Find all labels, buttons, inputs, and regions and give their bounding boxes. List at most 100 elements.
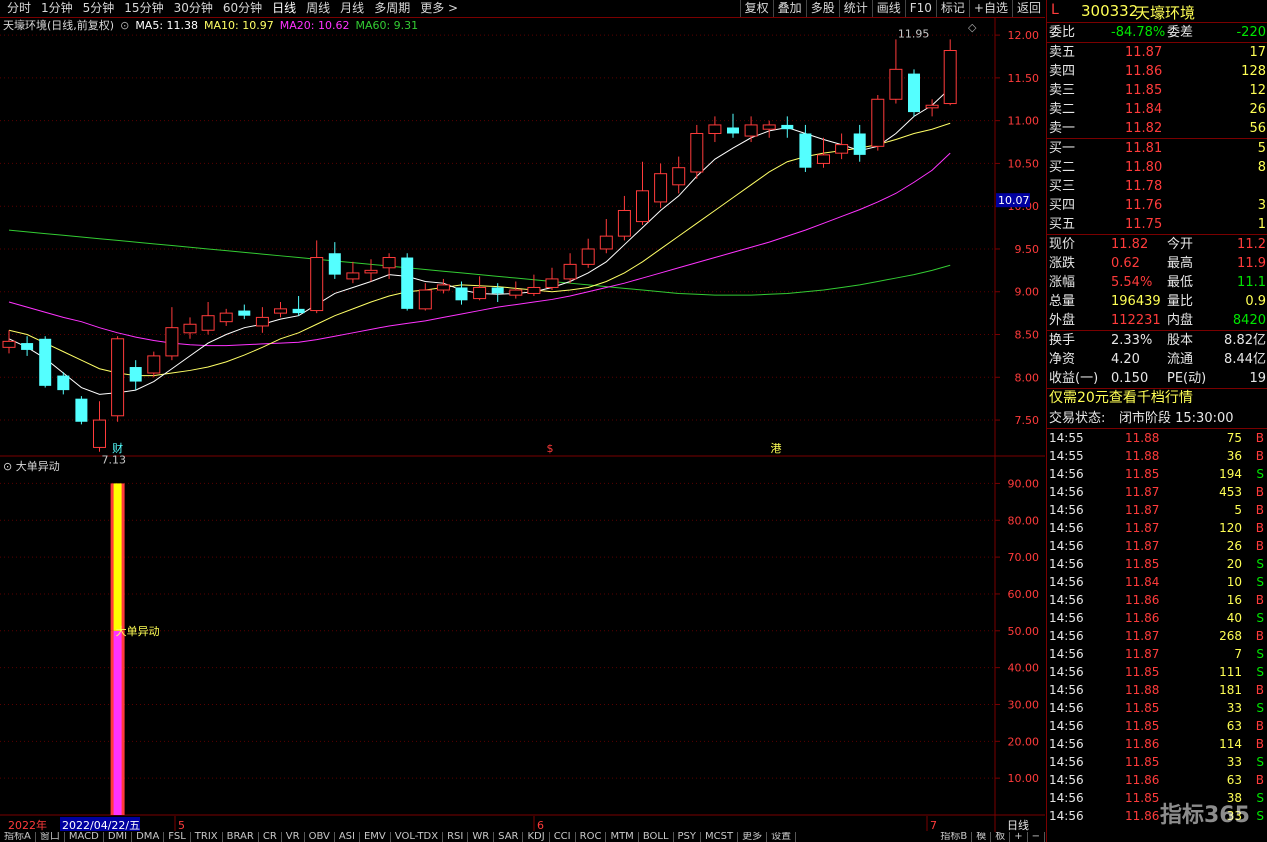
- stat-value: 11.1: [1237, 275, 1266, 290]
- finance-value: 8.44亿: [1224, 352, 1266, 367]
- indicator-tick-label: 50.00: [1008, 625, 1040, 638]
- tick-row: 14:56 11.86 16 B: [1047, 591, 1267, 609]
- stat-row: 涨幅 5.54% 最低 11.1: [1047, 273, 1267, 292]
- indicator-tick-label: 70.00: [1008, 551, 1040, 564]
- tick-side: B: [1255, 719, 1264, 733]
- indicator-tab[interactable]: KDJ: [523, 832, 550, 842]
- promo-link[interactable]: 仅需20元查看千档行情: [1049, 389, 1193, 408]
- indicator-tab[interactable]: OBV: [305, 832, 335, 842]
- tick-row: 14:56 11.86 40 S: [1047, 609, 1267, 627]
- tick-price: 11.88: [1125, 683, 1160, 697]
- indicator-tab[interactable]: RSI: [443, 832, 469, 842]
- indicator-tab[interactable]: CCI: [550, 832, 576, 842]
- indicator-tab[interactable]: BOLL: [639, 832, 674, 842]
- indicator-tab[interactable]: 设置: [767, 832, 797, 842]
- tick-volume: 194: [1219, 467, 1242, 481]
- indicator-dropdown-icon[interactable]: ⊙: [3, 460, 12, 473]
- candle-body: [599, 235, 613, 250]
- indicator-tab[interactable]: BRAR: [223, 832, 259, 842]
- candle-body: [853, 133, 866, 155]
- tick-side: B: [1255, 521, 1264, 535]
- ask-label: 卖三: [1049, 83, 1076, 98]
- ask-volume: 17: [1249, 45, 1266, 60]
- tick-price: 11.85: [1125, 719, 1160, 733]
- candle-body: [183, 323, 197, 334]
- indicator-tab-right[interactable]: 板: [991, 832, 1011, 842]
- indicator-tab[interactable]: EMV: [360, 832, 391, 842]
- ask-row: 卖四 11.86 128: [1047, 62, 1267, 81]
- indicator-tab[interactable]: MACD: [65, 832, 104, 842]
- tick-side: B: [1255, 593, 1264, 607]
- candle-body: [799, 133, 812, 168]
- candle-body: [744, 124, 758, 137]
- indicator-tab[interactable]: 更多: [738, 832, 768, 842]
- indicator-tab[interactable]: FSL: [164, 832, 191, 842]
- indicator-tab[interactable]: TRIX: [191, 832, 223, 842]
- indicator-tab[interactable]: MTM: [606, 832, 639, 842]
- indicator-tab[interactable]: SAR: [494, 832, 524, 842]
- legend-dropdown-icon[interactable]: ⊙: [120, 19, 129, 33]
- tick-volume: 75: [1226, 431, 1242, 445]
- stat-label: 最高: [1167, 256, 1194, 271]
- tick-volume: 268: [1219, 629, 1242, 643]
- tick-time: 14:56: [1049, 683, 1084, 697]
- tick-time: 14:56: [1049, 647, 1084, 661]
- indicator-tab[interactable]: VR: [282, 832, 305, 842]
- candle-body: [129, 367, 142, 382]
- indicator-tab[interactable]: DMI: [104, 832, 133, 842]
- tick-time: 14:55: [1049, 431, 1084, 445]
- indicator-tab[interactable]: 窗口: [36, 832, 65, 842]
- tick-row: 14:56 11.87 5 B: [1047, 501, 1267, 519]
- watermark-logo: 指标365: [1160, 797, 1250, 829]
- indicator-tab-right[interactable]: −: [1028, 832, 1045, 842]
- indicator-tab-right[interactable]: +: [1010, 832, 1028, 842]
- y-tick-label: 8.50: [1015, 329, 1040, 342]
- indicator-tab[interactable]: ASI: [335, 832, 360, 842]
- tick-time: 14:56: [1049, 665, 1084, 679]
- stat-value: 112231: [1111, 313, 1161, 328]
- candle-body: [346, 272, 360, 280]
- weibi-row: 委比 -84.78% 委差 -220: [1047, 23, 1267, 42]
- big-order-label: 大单异动: [116, 624, 160, 638]
- finance-value: 2.33%: [1111, 333, 1153, 348]
- tick-time: 14:56: [1049, 737, 1084, 751]
- tick-price: 11.87: [1125, 503, 1160, 517]
- ask-row: 卖三 11.85 12: [1047, 81, 1267, 100]
- indicator-tab[interactable]: DMA: [132, 832, 165, 842]
- x-tick-label: 5: [178, 819, 185, 832]
- tick-time: 14:56: [1049, 809, 1084, 823]
- candle-body: [436, 284, 450, 291]
- candle-body: [672, 167, 686, 186]
- indicator-tick-label: 20.00: [1008, 735, 1040, 748]
- indicator-tab[interactable]: VOL-TDX: [391, 832, 444, 842]
- indicator-tab[interactable]: 指标A: [0, 832, 36, 842]
- candle-body: [255, 316, 269, 327]
- event-marker-dollar: $: [547, 442, 554, 455]
- tick-time: 14:56: [1049, 755, 1084, 769]
- indicator-tab[interactable]: ROC: [576, 832, 607, 842]
- tick-price: 11.87: [1125, 485, 1160, 499]
- period-label: 日线: [1007, 818, 1029, 832]
- indicator-tab-right[interactable]: 模: [972, 832, 992, 842]
- status-label: 交易状态:: [1049, 411, 1106, 426]
- y-tick-label: 11.50: [1008, 72, 1040, 85]
- stat-value: 0.62: [1111, 256, 1140, 271]
- ask-label: 卖四: [1049, 64, 1076, 79]
- big-order-bar: [113, 483, 122, 631]
- watermark-text: 指标365: [1160, 803, 1250, 828]
- bid-price: 11.75: [1125, 217, 1163, 232]
- indicator-tab[interactable]: MCST: [701, 832, 739, 842]
- indicator-title[interactable]: ⊙ 大单异动: [3, 458, 60, 474]
- stat-label: 涨跌: [1049, 256, 1076, 271]
- tick-side: S: [1256, 611, 1264, 625]
- indicator-tab[interactable]: CR: [259, 832, 282, 842]
- indicator-tab[interactable]: PSY: [674, 832, 702, 842]
- indicator-tick-label: 80.00: [1008, 514, 1040, 527]
- indicator-tab[interactable]: WR: [468, 832, 495, 842]
- indicator-tab-right[interactable]: 指标B: [936, 832, 973, 842]
- stock-name: 天壕环境: [1135, 4, 1196, 22]
- event-marker-cai: 财: [112, 441, 123, 455]
- tick-volume: 63: [1226, 719, 1242, 733]
- candle-body: [817, 154, 830, 164]
- kline-chart[interactable]: 12.00 11.50 11.00 10.50 10.00 9.50 9.00 8.50 8.0…: [0, 0, 1045, 842]
